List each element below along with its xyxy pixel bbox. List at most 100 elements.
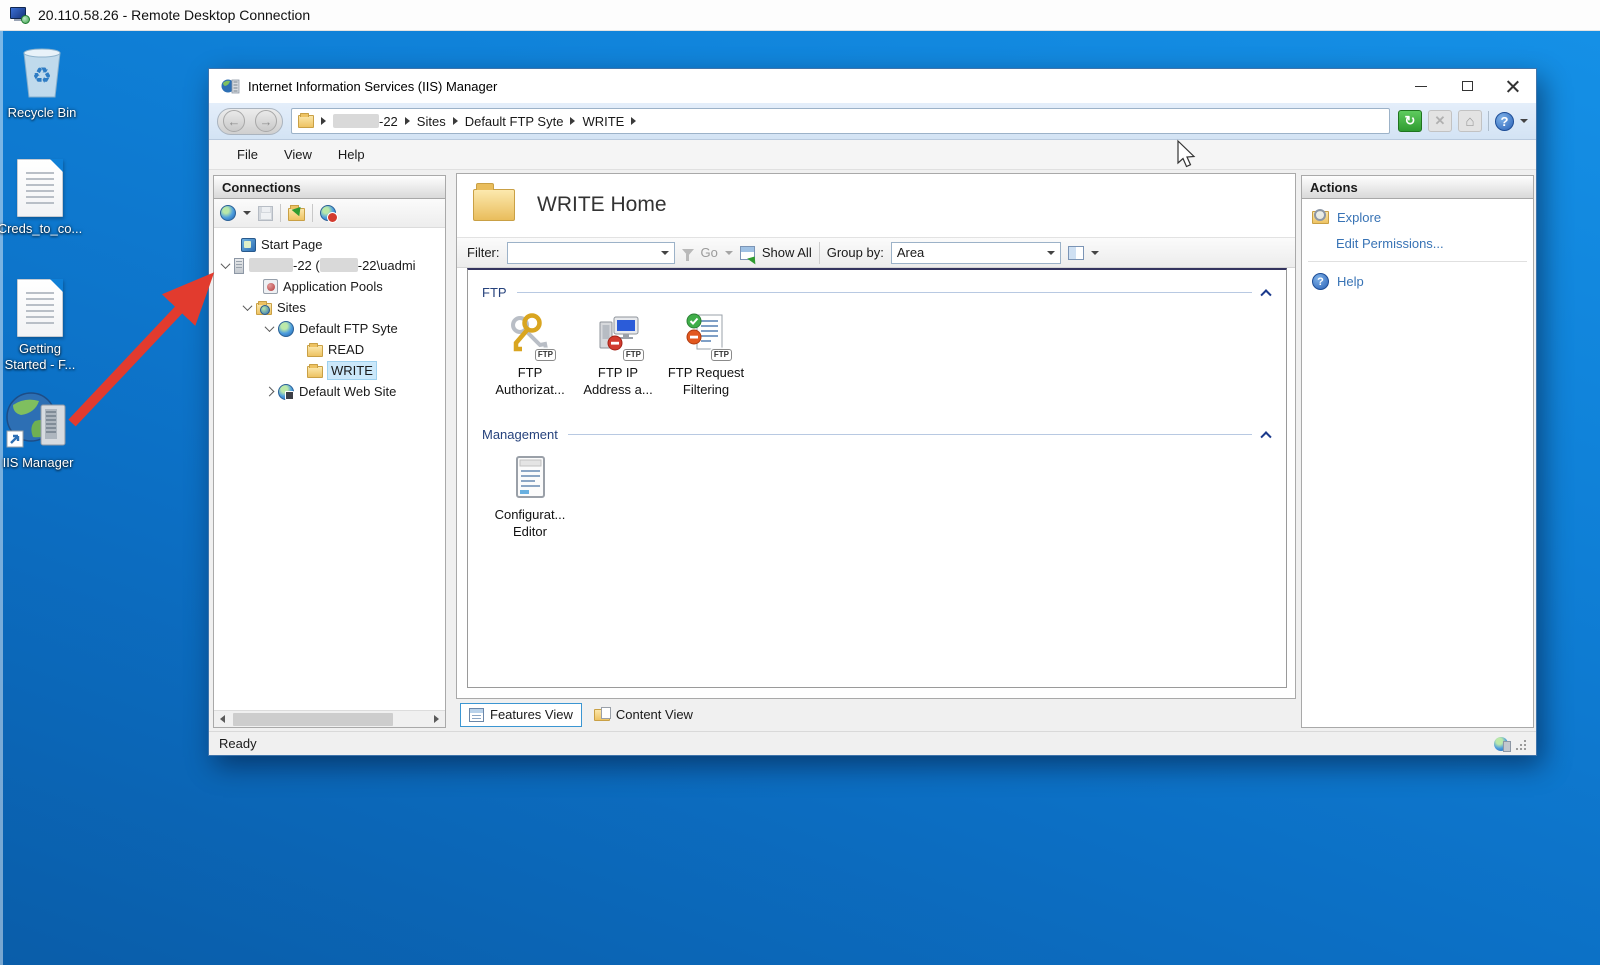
refresh-button[interactable]: ↻ [1398,110,1422,132]
resize-grip[interactable] [1514,738,1526,750]
desktop: ♻ Recycle Bin Creds_to_co... Getting Sta… [0,31,1600,965]
filter-toolbar: Filter: Go Show All Group by: Area [457,237,1295,268]
breadcrumb-separator-icon [404,117,410,125]
ftp-badge: FTP [710,349,732,361]
scroll-left-button[interactable] [214,711,231,727]
connections-tree: Start Page -22 (-22\uadmi Application Po… [214,228,445,710]
group-by-label: Group by: [826,245,884,260]
help-icon: ? [1312,273,1329,290]
feature-label: FTP Authorizat... [495,365,565,397]
features-view-icon [469,707,484,722]
tab-content-view[interactable]: Content View [586,703,701,727]
toolbar-divider [818,241,820,264]
go-dropdown-icon[interactable] [724,250,733,255]
expander-collapse-icon[interactable] [264,322,275,333]
feature-ftp-authorization[interactable]: FTP FTP Authorizat... [486,312,574,398]
svg-text:♻: ♻ [32,63,52,88]
screen: 20.110.58.26 - Remote Desktop Connection… [0,0,1600,965]
features-view-area: FTP FTP FTP Authorizat... FTP FTP IP Add… [467,268,1287,688]
actions-panel: Actions Explore Edit Permissions... ? He… [1301,175,1534,728]
menu-help[interactable]: Help [338,147,365,162]
filter-input[interactable] [506,241,675,264]
desktop-icon-recycle-bin[interactable]: ♻ Recycle Bin [0,45,90,121]
tab-features-view[interactable]: Features View [460,702,582,727]
back-button[interactable]: ← [223,110,245,132]
home-button[interactable]: ⌂ [1458,110,1482,132]
connections-panel: Connections Start Page -22 (-22\uadmi A… [213,175,446,728]
sites-folder-icon [256,300,272,315]
maximize-button[interactable] [1444,69,1490,103]
nav-buttons: ← → [217,107,283,135]
folder-icon [307,342,323,357]
group-by-select[interactable]: Area [890,241,1061,264]
breadcrumb-ftp-site[interactable]: Default FTP Syte [465,114,564,129]
desktop-icon-iis-manager[interactable]: IIS Manager [0,391,86,471]
expander-collapse-icon[interactable] [242,301,253,312]
view-layout-icon[interactable] [1067,245,1084,260]
close-button[interactable] [1490,69,1536,103]
go-button[interactable]: Go [701,245,718,260]
connections-toolbar [214,199,445,228]
breadcrumb[interactable]: -22 Sites Default FTP Syte WRITE [291,108,1390,134]
scrollbar-thumb[interactable] [233,712,393,726]
rdp-title: 20.110.58.26 - Remote Desktop Connection [38,7,311,23]
action-help[interactable]: ? Help [1302,273,1533,290]
desktop-icon-getting-started[interactable]: Getting Started - F... [0,279,88,373]
page-title: WRITE Home [537,193,667,216]
menu-view[interactable]: View [284,147,312,162]
write-home-folder-icon [473,183,515,221]
section-collapse-icon[interactable] [1260,431,1272,443]
window-title-bar[interactable]: Internet Information Services (IIS) Mana… [209,69,1536,103]
connect-dropdown-icon[interactable] [243,211,251,215]
toolbar-divider [312,204,313,222]
connect-to-server-icon[interactable] [220,205,236,221]
tree-item-read[interactable]: READ [214,339,445,360]
save-connections-icon[interactable] [258,205,273,221]
scroll-left-icon [220,715,225,723]
action-explore[interactable]: Explore [1302,209,1533,225]
show-all-button[interactable]: Show All [762,245,812,260]
view-layout-dropdown-icon[interactable] [1090,250,1099,255]
breadcrumb-write[interactable]: WRITE [582,114,624,129]
up-level-icon[interactable] [288,205,305,221]
tree-item-default-web-site[interactable]: Default Web Site [214,381,445,402]
folder-icon [298,112,314,128]
forward-button[interactable]: → [255,110,277,132]
section-header-ftp: FTP [482,282,1272,302]
action-edit-permissions[interactable]: Edit Permissions... [1302,236,1533,251]
feature-ftp-ip-restrictions[interactable]: FTP FTP IP Address a... [574,312,662,398]
tree-item-start-page[interactable]: Start Page [214,234,445,255]
rdp-title-bar: 20.110.58.26 - Remote Desktop Connection [0,0,1600,31]
tree-item-server[interactable]: -22 (-22\uadmi [214,255,445,276]
maximize-icon [1461,81,1473,91]
minimize-button[interactable] [1398,69,1444,103]
stop-button[interactable]: ✕ [1428,110,1452,132]
tree-item-default-ftp-site[interactable]: Default FTP Syte [214,318,445,339]
toolbar-divider [1488,111,1489,131]
tree-item-write[interactable]: WRITE [214,360,445,381]
scroll-right-button[interactable] [428,711,445,727]
help-button[interactable]: ? [1495,111,1514,131]
connections-horizontal-scrollbar[interactable] [214,710,445,727]
status-bar: Ready [209,731,1536,755]
breadcrumb-sites[interactable]: Sites [417,114,446,129]
breadcrumb-separator-icon [321,117,326,125]
menu-file[interactable]: File [237,147,258,162]
redacted-domain-name [319,258,358,272]
ftp-items-row: FTP FTP Authorizat... FTP FTP IP Address… [486,312,1272,398]
feature-configuration-editor[interactable]: Configurat... Editor [486,454,574,540]
section-collapse-icon[interactable] [1260,289,1272,301]
ftp-ip-address-icon: FTP [593,312,644,361]
expander-collapse-icon[interactable] [220,259,231,270]
content-view-icon [593,706,611,721]
tree-item-application-pools[interactable]: Application Pools [214,276,445,297]
tree-item-sites[interactable]: Sites [214,297,445,318]
delete-connection-icon[interactable] [320,205,338,223]
iis-app-icon [221,79,240,93]
feature-label: Configurat... Editor [494,507,566,539]
feature-ftp-request-filtering[interactable]: FTP FTP Request Filtering [662,312,750,398]
help-dropdown-icon[interactable] [1520,119,1528,123]
desktop-icon-creds-doc[interactable]: Creds_to_co... [0,159,88,237]
breadcrumb-server[interactable]: -22 [333,113,398,129]
expander-expand-icon[interactable] [264,386,275,397]
